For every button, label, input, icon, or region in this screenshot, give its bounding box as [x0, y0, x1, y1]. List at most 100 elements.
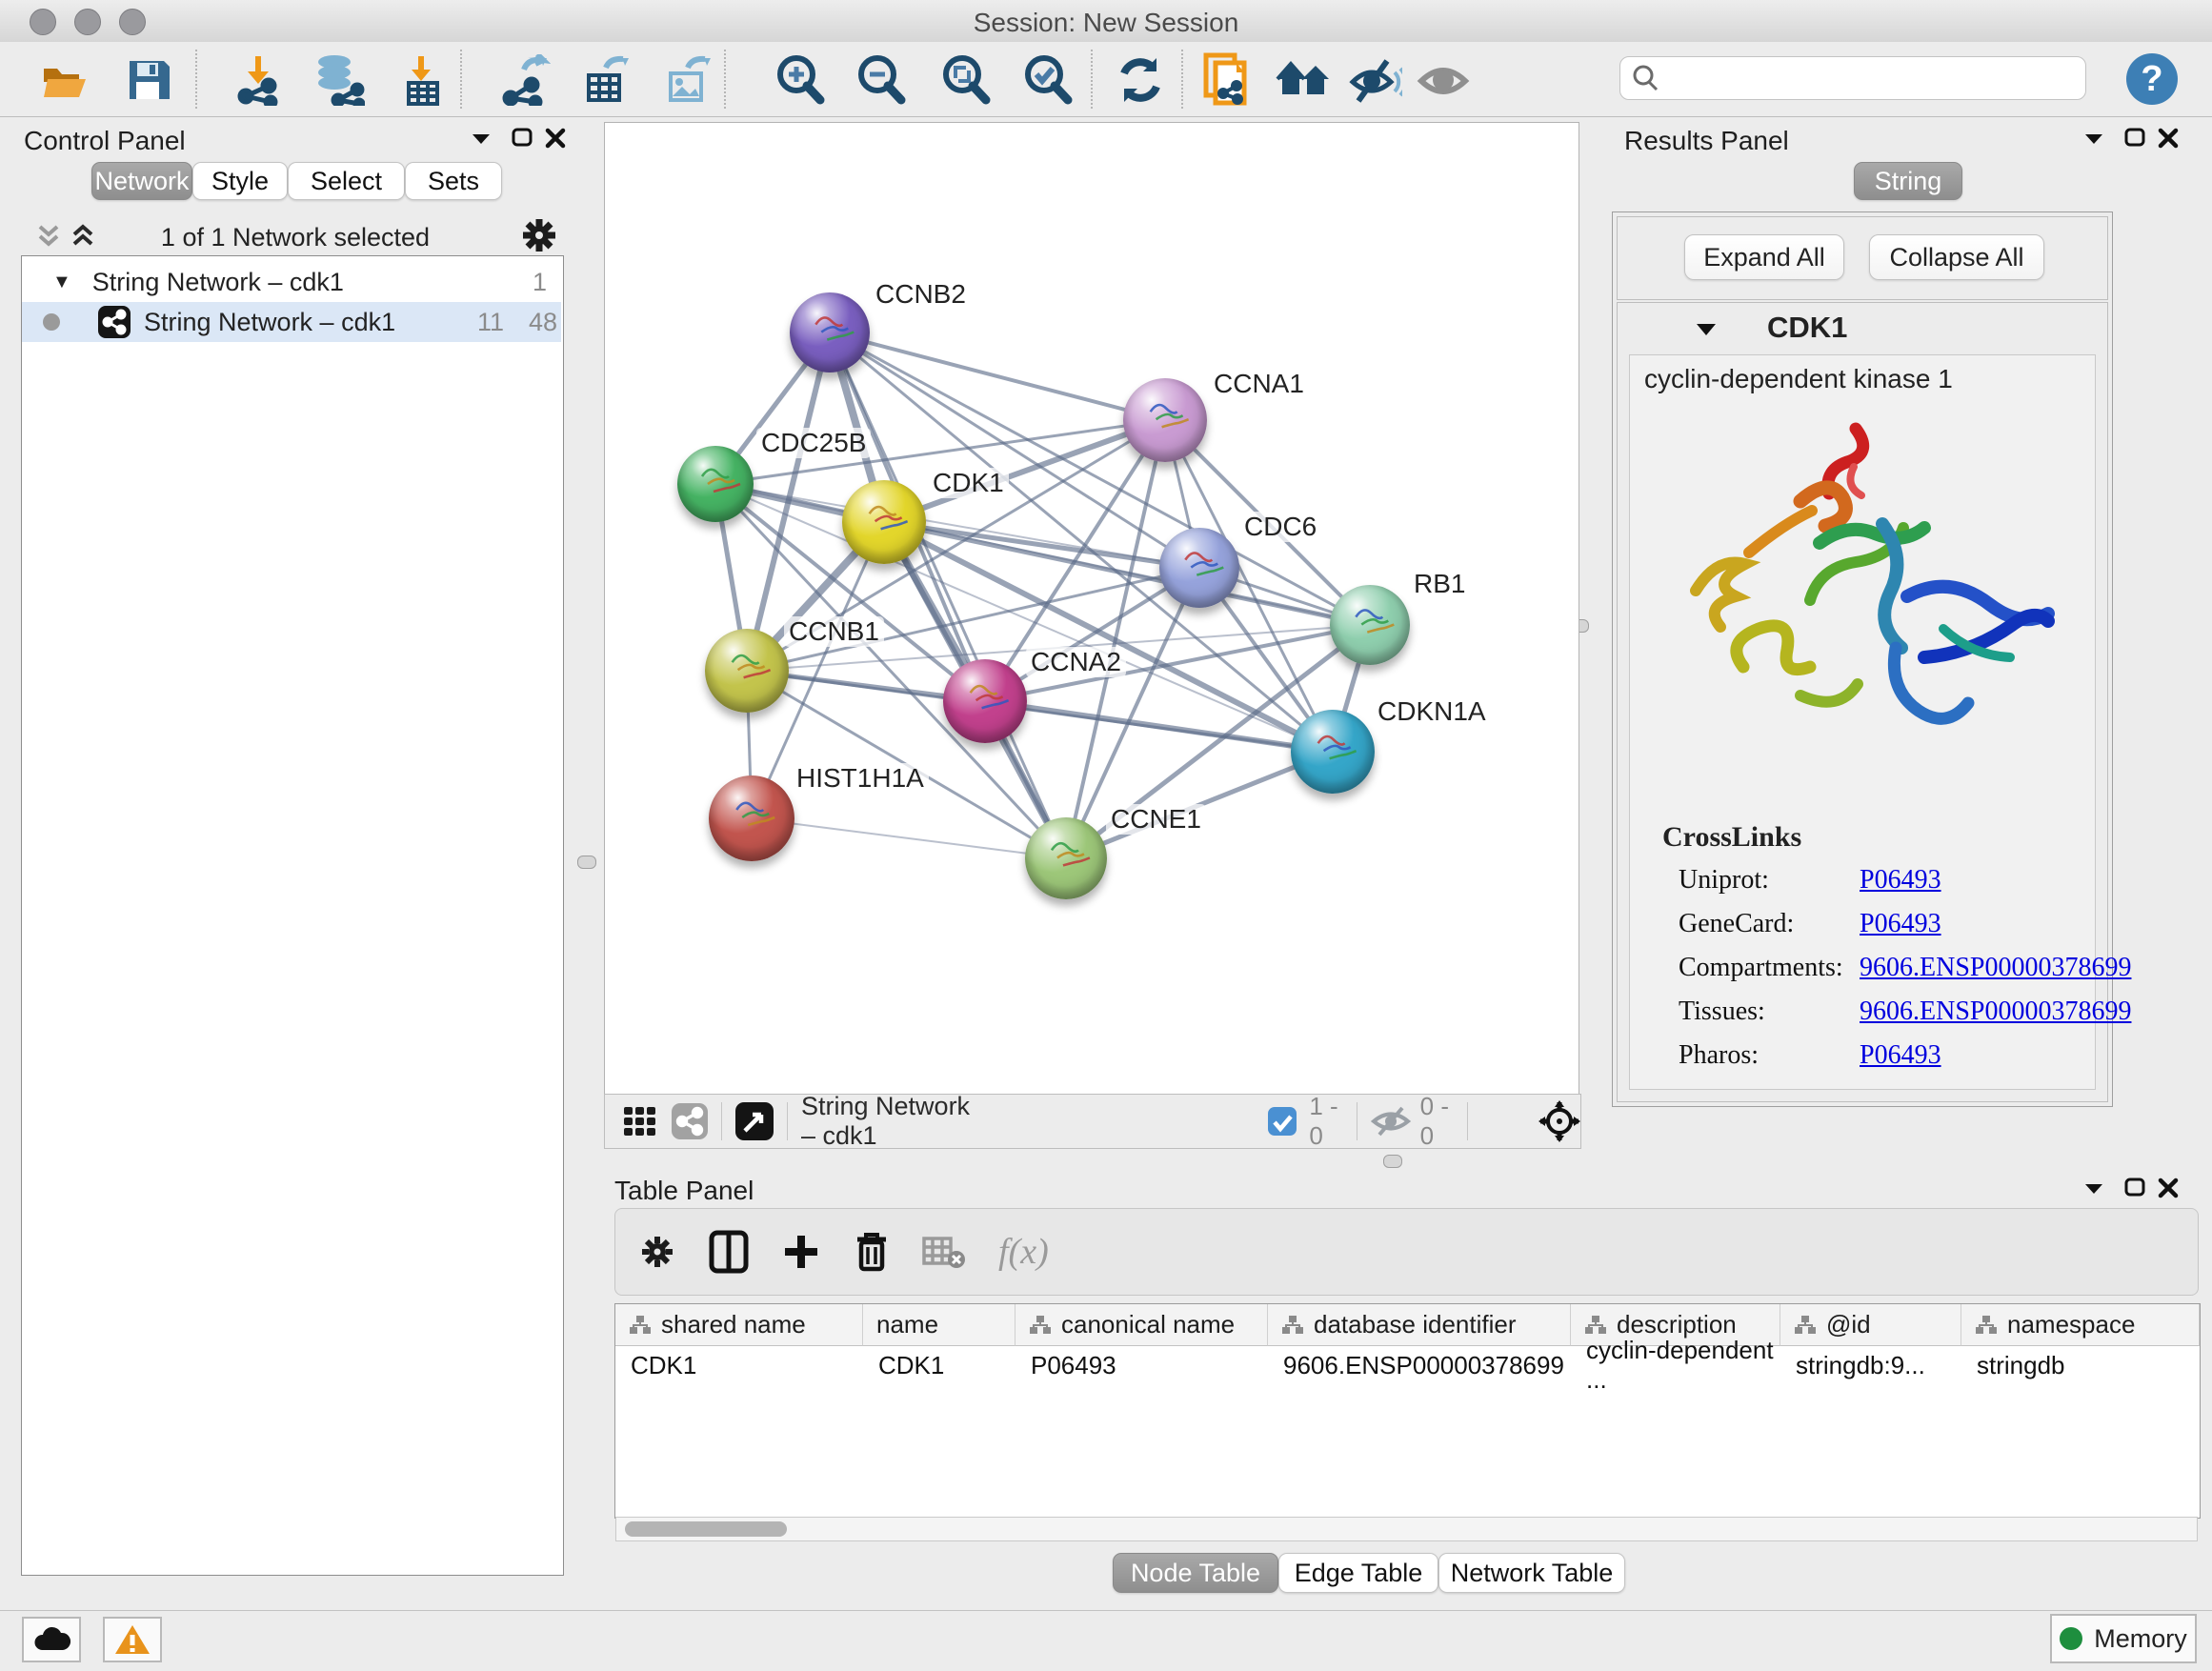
save-session-icon[interactable]: [122, 53, 175, 107]
table-cell[interactable]: 9606.ENSP00000378699: [1268, 1346, 1571, 1384]
import-table-icon[interactable]: [396, 53, 450, 107]
network-view-title: String Network – cdk1: [801, 1092, 972, 1151]
column-header-name[interactable]: name: [863, 1304, 1016, 1346]
table-cell[interactable]: stringdb: [1961, 1346, 2200, 1384]
expand-all-button[interactable]: Expand All: [1684, 234, 1844, 280]
delete-table-icon[interactable]: [922, 1235, 966, 1269]
table-scrollbar-thumb[interactable]: [625, 1521, 787, 1537]
delete-column-trash-icon[interactable]: [854, 1230, 890, 1274]
cloud-status-button[interactable]: [22, 1617, 81, 1662]
network-collection-row[interactable]: ▼ String Network – cdk1 1: [22, 262, 561, 302]
function-builder-icon[interactable]: f(x): [998, 1231, 1049, 1273]
hidden-eye-icon[interactable]: [1371, 1105, 1411, 1137]
window-title: Session: New Session: [0, 8, 2212, 38]
zoom-in-icon[interactable]: [774, 53, 827, 107]
import-network-from-database-icon[interactable]: [312, 53, 365, 107]
table-panel-collapse-icon[interactable]: [2080, 1174, 2108, 1202]
network-node-CDKN1A[interactable]: [1291, 710, 1375, 794]
tab-network-table[interactable]: Network Table: [1438, 1553, 1625, 1593]
zoom-selected-icon[interactable]: [1021, 53, 1075, 107]
home-icon[interactable]: [1276, 53, 1329, 107]
table-panel-close-icon[interactable]: [2154, 1174, 2182, 1202]
network-node-CCNA2[interactable]: [943, 659, 1027, 743]
export-table-icon[interactable]: [580, 53, 633, 107]
zoom-out-icon[interactable]: [855, 53, 908, 107]
show-columns-icon[interactable]: [709, 1230, 749, 1274]
tab-network[interactable]: Network: [91, 162, 192, 200]
collapse-all-button[interactable]: Collapse All: [1869, 234, 2044, 280]
table-cell[interactable]: CDK1: [863, 1346, 1016, 1384]
network-node-CDC6[interactable]: [1159, 528, 1239, 608]
detach-view-icon[interactable]: [735, 1102, 774, 1140]
crosslink-link[interactable]: P06493: [1860, 1040, 1941, 1071]
network-node-CCNB1[interactable]: [705, 629, 789, 713]
control-panel-collapse-icon[interactable]: [467, 124, 495, 152]
table-cell[interactable]: cyclin-dependent ...: [1571, 1346, 1780, 1384]
table-horizontal-scrollbar[interactable]: [615, 1517, 2198, 1541]
expand-all-networks-icon[interactable]: [69, 221, 97, 252]
search-field[interactable]: [1619, 56, 2086, 100]
column-header--id[interactable]: @id: [1780, 1304, 1961, 1346]
network-node-label: CCNB2: [871, 279, 971, 310]
selected-nodes-count: 1 - 0: [1309, 1092, 1342, 1151]
network-node-CCNB2[interactable]: [790, 292, 870, 372]
tab-style[interactable]: Style: [192, 162, 288, 200]
column-header-shared-name[interactable]: shared name: [615, 1304, 863, 1346]
bottom-splitter-handle[interactable]: [1383, 1155, 1402, 1168]
grid-view-icon[interactable]: [622, 1103, 658, 1139]
import-network-icon[interactable]: [231, 53, 285, 107]
network-node-HIST1H1A[interactable]: [709, 775, 794, 861]
node-table[interactable]: shared namename canonical name database …: [614, 1303, 2201, 1519]
results-panel-float-icon[interactable]: [2121, 124, 2149, 152]
first-neighbors-icon[interactable]: [1202, 53, 1256, 107]
birdseye-crosshair-icon[interactable]: [1538, 1100, 1580, 1142]
refresh-icon[interactable]: [1114, 53, 1167, 107]
crosslink-link[interactable]: P06493: [1860, 865, 1941, 896]
open-folder-icon[interactable]: [38, 53, 91, 107]
network-node-CCNA1[interactable]: [1123, 378, 1207, 462]
search-input[interactable]: [1660, 63, 2064, 94]
warning-status-button[interactable]: [103, 1617, 162, 1662]
tab-select[interactable]: Select: [288, 162, 405, 200]
tree-expander-icon[interactable]: ▼: [52, 272, 71, 293]
network-options-gear-icon[interactable]: [519, 215, 559, 255]
zoom-fit-icon[interactable]: [939, 53, 993, 107]
network-node-CDK1[interactable]: [842, 480, 926, 564]
column-header-namespace[interactable]: namespace: [1961, 1304, 2200, 1346]
tab-sets[interactable]: Sets: [405, 162, 502, 200]
help-icon[interactable]: ?: [2126, 53, 2178, 105]
network-node-CDC25B[interactable]: [677, 446, 754, 522]
collapse-all-networks-icon[interactable]: [34, 221, 63, 252]
table-settings-gear-icon[interactable]: [638, 1233, 676, 1271]
network-canvas[interactable]: CCNB2CCNA1CDC25BCDK1CDC6RB1CCNB1CCNA2CDK…: [604, 122, 1579, 1096]
table-cell[interactable]: CDK1: [615, 1346, 863, 1384]
section-collapse-icon[interactable]: [1694, 316, 1719, 341]
column-header-database-identifier[interactable]: database identifier: [1268, 1304, 1571, 1346]
network-row-selected[interactable]: String Network – cdk1 11 48: [22, 302, 561, 342]
tab-string-results[interactable]: String: [1854, 162, 1962, 200]
tab-node-table[interactable]: Node Table: [1113, 1553, 1278, 1593]
control-panel-float-icon[interactable]: [508, 124, 536, 152]
add-column-icon[interactable]: [781, 1232, 821, 1272]
left-splitter-handle[interactable]: [577, 856, 596, 869]
table-cell[interactable]: stringdb:9...: [1780, 1346, 1961, 1384]
control-panel-close-icon[interactable]: [541, 124, 570, 152]
table-panel-float-icon[interactable]: [2121, 1174, 2149, 1202]
tab-edge-table[interactable]: Edge Table: [1278, 1553, 1438, 1593]
selected-nodes-checkbox[interactable]: [1267, 1106, 1297, 1137]
hide-selected-eye-icon[interactable]: [1349, 53, 1402, 107]
memory-button[interactable]: Memory: [2050, 1614, 2197, 1663]
string-view-icon[interactable]: [672, 1103, 708, 1139]
crosslink-link[interactable]: 9606.ENSP00000378699: [1860, 953, 2131, 983]
table-cell[interactable]: P06493: [1016, 1346, 1268, 1384]
results-panel-collapse-icon[interactable]: [2080, 124, 2108, 152]
column-header-canonical-name[interactable]: canonical name: [1016, 1304, 1268, 1346]
network-node-CCNE1[interactable]: [1025, 817, 1107, 899]
export-image-icon[interactable]: [662, 53, 715, 107]
network-node-RB1[interactable]: [1330, 585, 1410, 665]
crosslink-link[interactable]: 9606.ENSP00000378699: [1860, 997, 2131, 1027]
crosslink-link[interactable]: P06493: [1860, 909, 1941, 939]
export-network-icon[interactable]: [498, 53, 552, 107]
results-panel-close-icon[interactable]: [2154, 124, 2182, 152]
show-all-eye-icon[interactable]: [1417, 53, 1470, 107]
